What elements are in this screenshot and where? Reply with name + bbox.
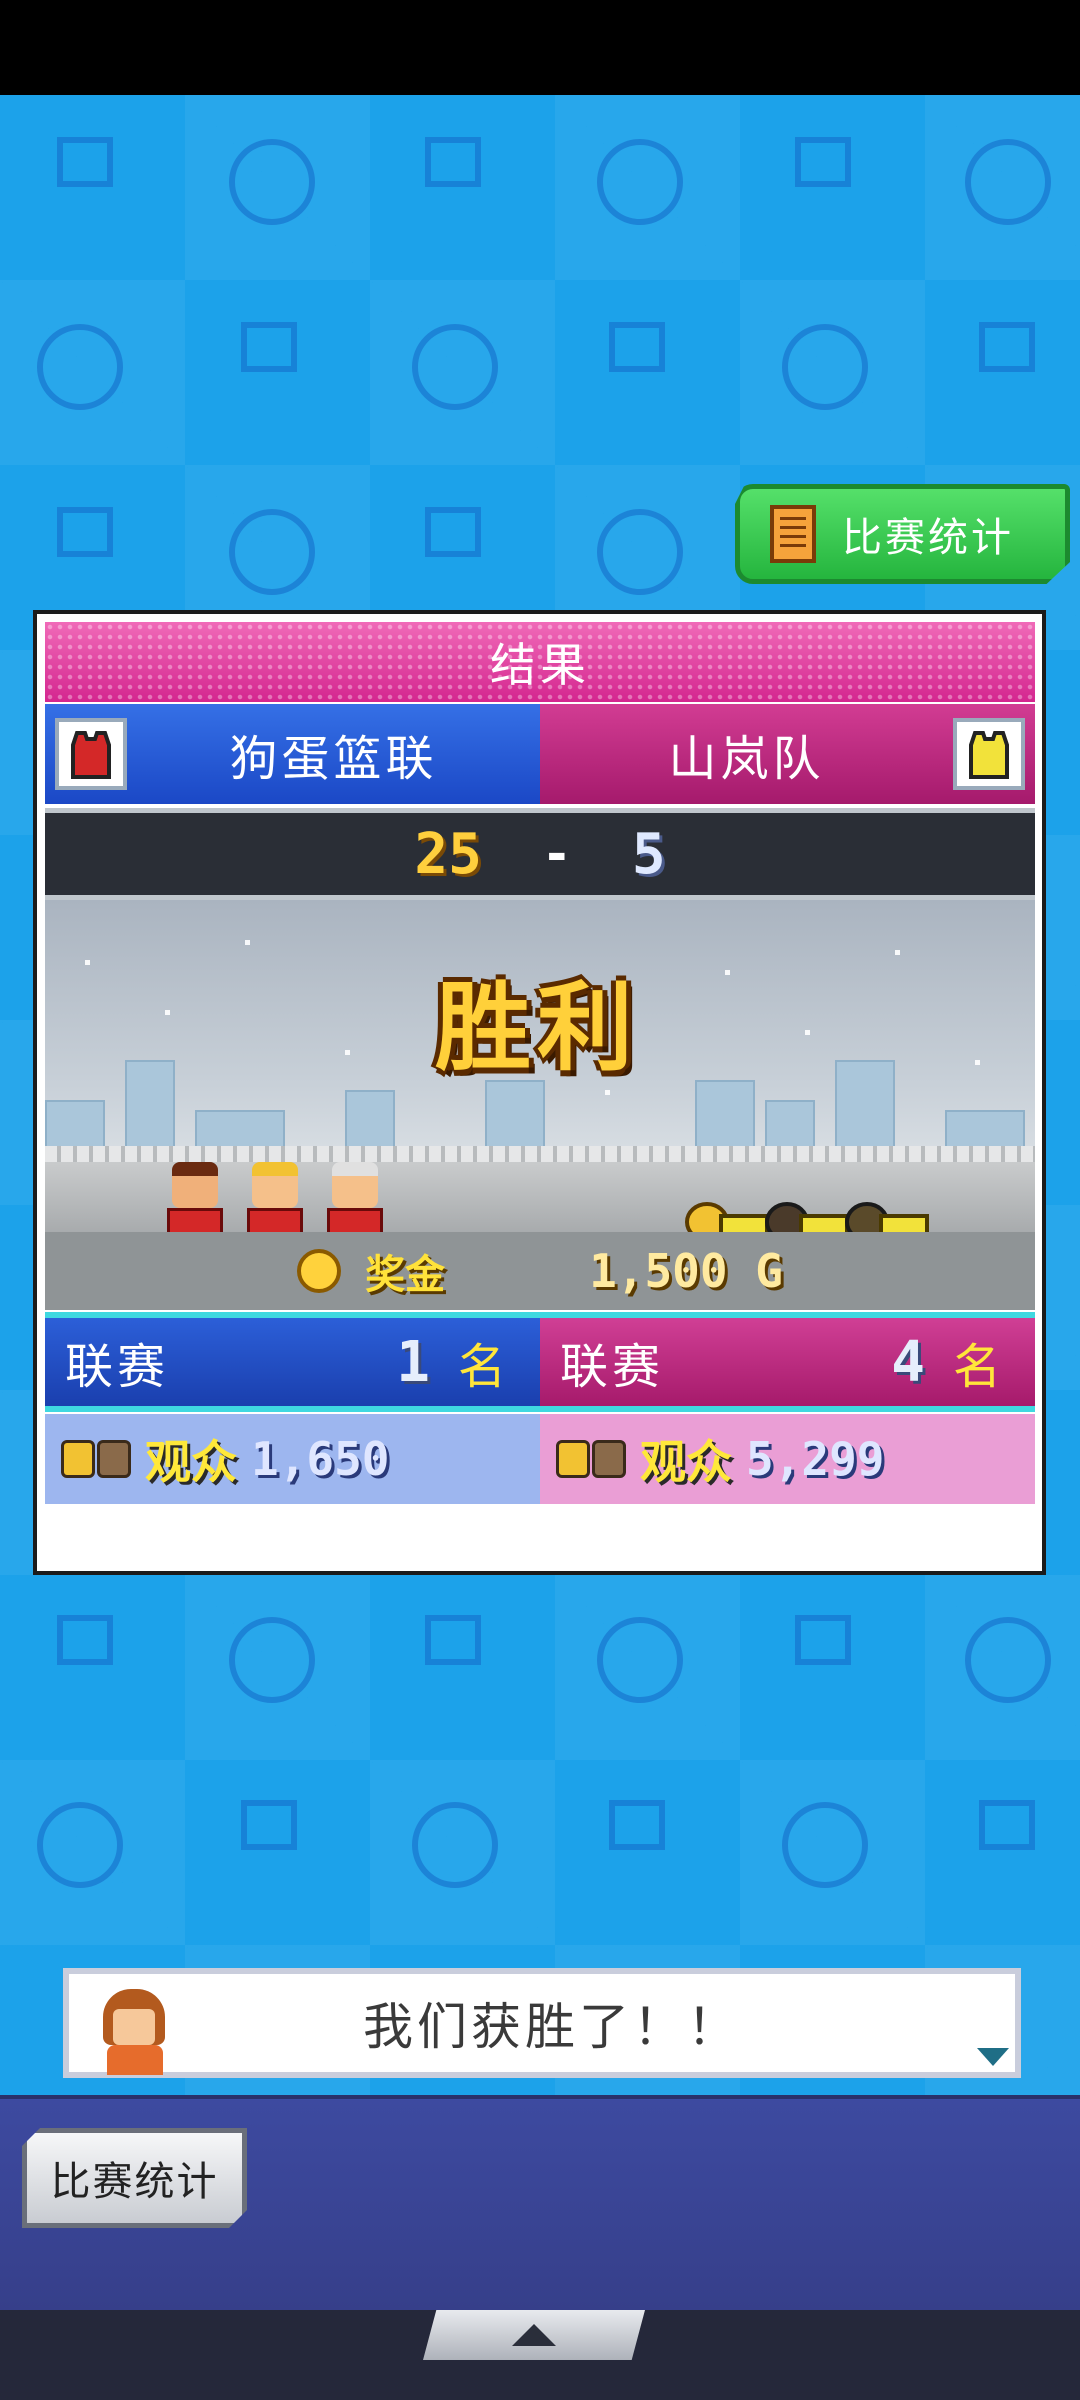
teams-row: 狗蛋篮联 山岚队	[45, 704, 1035, 804]
league-ranks: 联赛 1 名 联赛 4 名	[45, 1312, 1035, 1412]
home-rank-unit: 名	[457, 1339, 510, 1395]
audience-icon	[556, 1440, 626, 1478]
match-scene: 胜利 奖金 1,500 G	[45, 900, 1035, 1310]
prize-strip: 奖金 1,500 G	[45, 1232, 1035, 1310]
continue-arrow-icon[interactable]	[977, 2048, 1009, 2066]
away-rank-number: 4	[891, 1329, 929, 1395]
speaker-avatar	[99, 1989, 169, 2075]
dialogue-text: 我们获胜了！！	[363, 1998, 741, 2056]
away-team: 山岚队	[540, 704, 1035, 804]
home-rank-label: 联赛	[65, 1339, 170, 1395]
match-stats-label: 比赛统计	[842, 515, 1014, 561]
away-audience-value: 5,299	[746, 1432, 885, 1486]
bottom-match-stats-button[interactable]: 比赛统计	[22, 2128, 247, 2228]
expand-up-button[interactable]	[423, 2310, 645, 2360]
match-stats-button[interactable]: 比赛统计	[735, 484, 1070, 584]
document-icon	[770, 505, 816, 563]
audience-icon	[61, 1440, 131, 1478]
away-score: 5	[631, 821, 666, 887]
home-team: 狗蛋篮联	[45, 704, 540, 804]
away-league-rank: 联赛 4 名	[540, 1318, 1035, 1406]
dialogue-box[interactable]: 我们获胜了！！	[63, 1968, 1021, 2078]
scoreboard: 25 - 5	[45, 808, 1035, 900]
away-audience-label: 观众	[640, 1435, 732, 1489]
home-league-rank: 联赛 1 名	[45, 1318, 540, 1406]
prize-label: 奖金	[365, 1252, 446, 1298]
away-audience: 观众 5,299	[540, 1414, 1035, 1504]
home-audience-label: 观众	[145, 1435, 237, 1489]
home-jersey-icon	[55, 718, 127, 790]
result-title: 结果	[45, 622, 1035, 702]
home-audience-value: 1,650	[251, 1432, 390, 1486]
victory-banner: 胜利	[435, 972, 639, 1084]
audience-row: 观众 1,650 观众 5,299	[45, 1414, 1035, 1504]
away-rank-label: 联赛	[560, 1339, 665, 1395]
coin-icon	[297, 1249, 342, 1293]
away-team-name: 山岚队	[668, 731, 825, 787]
prize-value: 1,500 G	[589, 1244, 783, 1298]
home-team-name: 狗蛋篮联	[229, 731, 438, 787]
away-rank-unit: 名	[952, 1339, 1005, 1395]
home-rank-number: 1	[396, 1329, 434, 1395]
result-panel: 结果 狗蛋篮联 山岚队 25 - 5 胜利 奖金 1,500 G 联赛 1 名 …	[33, 610, 1046, 1575]
chevron-up-icon	[512, 2324, 556, 2346]
away-jersey-icon	[953, 718, 1025, 790]
home-score: 25	[414, 821, 482, 887]
score-separator: -	[541, 825, 572, 883]
status-bar	[0, 0, 1080, 95]
home-audience: 观众 1,650	[45, 1414, 540, 1504]
